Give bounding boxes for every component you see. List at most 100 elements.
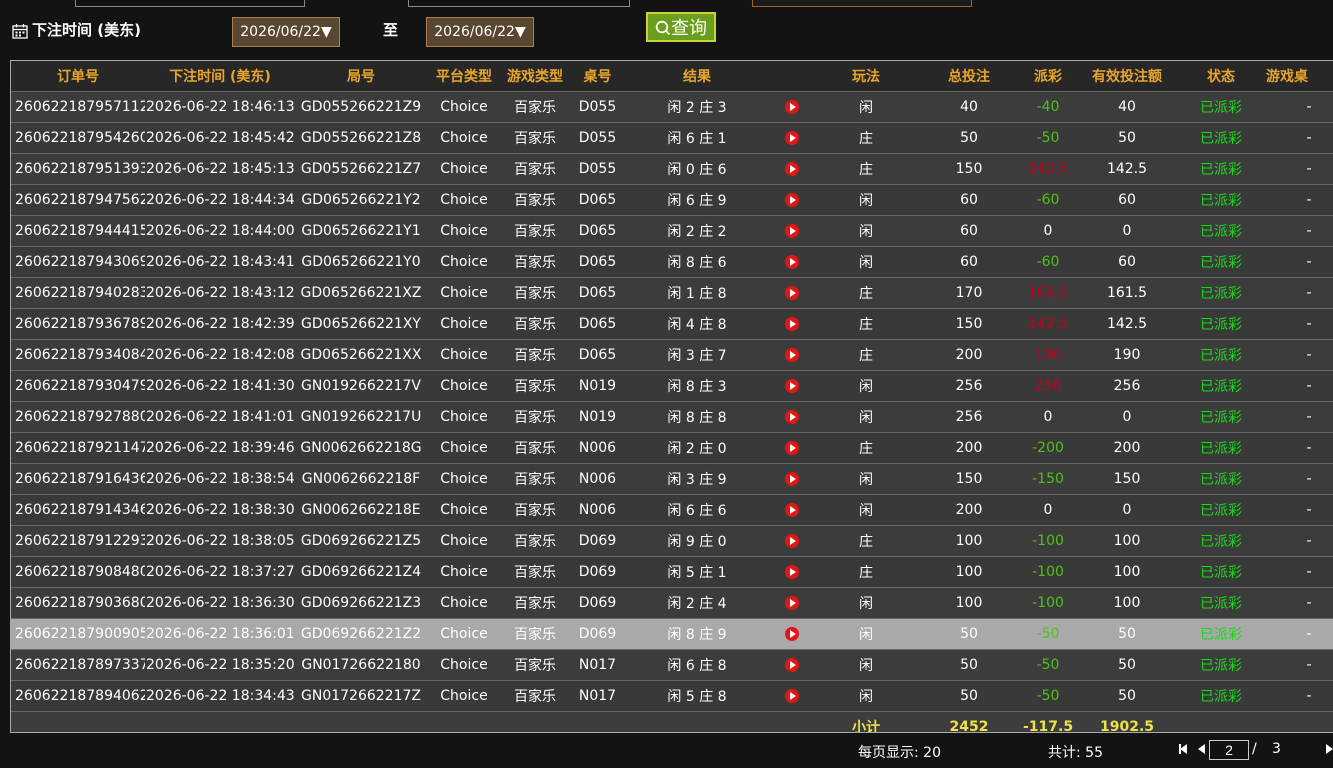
cell-total-bet: 60 — [916, 184, 1022, 216]
table-row[interactable]: 260622187927880 2026-06-22 18:41:01 GN0192… — [11, 401, 1333, 433]
cell-valid-bet: 50 — [1074, 618, 1180, 650]
cell-order-no: 260622187908480 — [11, 556, 145, 588]
cell-game-table: - — [1262, 525, 1333, 557]
col-result: 结果 — [626, 61, 768, 92]
replay-cell — [768, 277, 816, 309]
play-icon[interactable] — [785, 503, 799, 517]
col-replay — [768, 61, 816, 92]
cell-bet-time: 2026-06-22 18:46:13 — [145, 91, 295, 123]
cell-valid-bet: 0 — [1074, 494, 1180, 526]
cell-status: 已派彩 — [1180, 215, 1262, 247]
table-row[interactable]: 260622187894062 2026-06-22 18:34:43 GN0172… — [11, 680, 1333, 712]
cell-bet-time: 2026-06-22 18:36:30 — [145, 587, 295, 619]
table-row[interactable]: 260622187957112 2026-06-22 18:46:13 GD0552… — [11, 91, 1333, 123]
cell-total-bet: 170 — [916, 277, 1022, 309]
cell-payout: -50 — [1022, 618, 1074, 650]
table-row[interactable]: 260622187944415 2026-06-22 18:44:00 GD0652… — [11, 215, 1333, 247]
cell-total-bet: 100 — [916, 525, 1022, 557]
cell-game-type: 百家乐 — [501, 122, 569, 154]
cell-status: 已派彩 — [1180, 153, 1262, 185]
play-icon[interactable] — [785, 658, 799, 672]
play-icon[interactable] — [785, 286, 799, 300]
end-date-select[interactable]: 2026/06/22▼ — [426, 17, 534, 47]
replay-cell — [768, 370, 816, 402]
play-icon[interactable] — [785, 100, 799, 114]
play-icon[interactable] — [785, 193, 799, 207]
next-page-icon[interactable] — [1326, 744, 1333, 754]
table-row[interactable]: 260622187954260 2026-06-22 18:45:42 GD0552… — [11, 122, 1333, 154]
top-toolbar-remnant — [0, 0, 1333, 8]
play-icon[interactable] — [785, 224, 799, 238]
top-input-2[interactable] — [408, 0, 630, 7]
cell-bet-type: 庄 — [816, 277, 916, 309]
col-payout: 派彩 — [1022, 61, 1074, 92]
table-row[interactable]: 260622187943069 2026-06-22 18:43:41 GD0652… — [11, 246, 1333, 278]
play-icon[interactable] — [785, 379, 799, 393]
table-row[interactable]: 260622187936789 2026-06-22 18:42:39 GD0652… — [11, 308, 1333, 340]
cell-status: 已派彩 — [1180, 525, 1262, 557]
top-input-1[interactable] — [75, 0, 305, 7]
play-icon[interactable] — [785, 627, 799, 641]
table-row[interactable]: 260622187947562 2026-06-22 18:44:34 GD0652… — [11, 184, 1333, 216]
table-row[interactable]: 260622187934084 2026-06-22 18:42:08 GD0652… — [11, 339, 1333, 371]
page-separator: / — [1252, 741, 1257, 757]
play-icon[interactable] — [785, 689, 799, 703]
cell-total-bet: 50 — [916, 649, 1022, 681]
play-icon[interactable] — [785, 348, 799, 362]
query-button[interactable]: 查询 — [646, 12, 716, 42]
cell-game-table: - — [1262, 277, 1333, 309]
cell-game-type: 百家乐 — [501, 184, 569, 216]
cell-round-no: GD055266221Z9 — [295, 91, 427, 123]
cell-status: 已派彩 — [1180, 494, 1262, 526]
cell-round-no: GN0062662218G — [295, 432, 427, 464]
play-icon[interactable] — [785, 441, 799, 455]
table-row[interactable]: 260622187951393 2026-06-22 18:45:13 GD0552… — [11, 153, 1333, 185]
table-row[interactable]: 260622187900905 2026-06-22 18:36:01 GD0692… — [11, 618, 1333, 650]
table-row[interactable]: 260622187921147 2026-06-22 18:39:46 GN0062… — [11, 432, 1333, 464]
play-icon[interactable] — [785, 162, 799, 176]
col-platform: 平台类型 — [427, 61, 501, 92]
cell-game-type: 百家乐 — [501, 339, 569, 371]
play-icon[interactable] — [785, 565, 799, 579]
cell-order-no: 260622187914346 — [11, 494, 145, 526]
cell-payout: 0 — [1022, 494, 1074, 526]
to-label: 至 — [383, 21, 399, 39]
cell-result: 闲 2 庄 3 — [626, 91, 768, 123]
cell-round-no: GD065266221Y0 — [295, 246, 427, 278]
cell-platform: Choice — [427, 649, 501, 681]
cell-game-table: - — [1262, 122, 1333, 154]
play-icon[interactable] — [785, 317, 799, 331]
table-row[interactable]: 260622187908480 2026-06-22 18:37:27 GD0692… — [11, 556, 1333, 588]
table-row[interactable]: 260622187914346 2026-06-22 18:38:30 GN0062… — [11, 494, 1333, 526]
top-select[interactable] — [752, 0, 972, 7]
play-icon[interactable] — [785, 131, 799, 145]
first-page-icon[interactable] — [1179, 744, 1187, 754]
replay-cell — [768, 525, 816, 557]
cell-round-no: GN01726622180 — [295, 649, 427, 681]
cell-valid-bet: 150 — [1074, 463, 1180, 495]
table-row[interactable]: 260622187903680 2026-06-22 18:36:30 GD0692… — [11, 587, 1333, 619]
prev-page-icon[interactable] — [1198, 744, 1205, 754]
play-icon[interactable] — [785, 472, 799, 486]
cell-platform: Choice — [427, 556, 501, 588]
play-icon[interactable] — [785, 410, 799, 424]
cell-table-no: D065 — [569, 339, 626, 371]
table-row[interactable]: 260622187930479 2026-06-22 18:41:30 GN0192… — [11, 370, 1333, 402]
cell-status: 已派彩 — [1180, 618, 1262, 650]
col-game-table: 游戏桌 — [1262, 61, 1333, 92]
table-row[interactable]: 260622187916436 2026-06-22 18:38:54 GN0062… — [11, 463, 1333, 495]
cell-bet-type: 闲 — [816, 618, 916, 650]
col-bet-type: 玩法 — [816, 61, 916, 92]
cell-bet-time: 2026-06-22 18:42:08 — [145, 339, 295, 371]
table-row[interactable]: 260622187912293 2026-06-22 18:38:05 GD0692… — [11, 525, 1333, 557]
play-icon[interactable] — [785, 255, 799, 269]
start-date-select[interactable]: 2026/06/22▼ — [232, 17, 340, 47]
cell-table-no: N006 — [569, 494, 626, 526]
cell-round-no: GN0062662218F — [295, 463, 427, 495]
play-icon[interactable] — [785, 596, 799, 610]
page-number-input[interactable] — [1209, 740, 1249, 760]
cell-bet-type: 闲 — [816, 246, 916, 278]
play-icon[interactable] — [785, 534, 799, 548]
table-row[interactable]: 260622187940283 2026-06-22 18:43:12 GD0652… — [11, 277, 1333, 309]
table-row[interactable]: 260622187897337 2026-06-22 18:35:20 GN0172… — [11, 649, 1333, 681]
